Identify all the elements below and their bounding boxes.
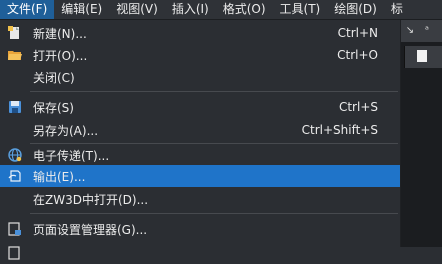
menu-item-new[interactable]: 新建(N)... Ctrl+N [0,22,400,44]
save-disk-icon [8,100,22,114]
menu-bar: 文件(F) 编辑(E) 视图(V) 插入(I) 格式(O) 工具(T) 绘图(D… [0,0,442,20]
shortcut-label: Ctrl+N [337,26,378,40]
shortcut-label: Ctrl+S [338,100,378,114]
menu-item-next-partial[interactable] [0,242,400,264]
page-setup-icon [8,222,22,236]
drawing-tab-fragment[interactable] [404,46,442,68]
menu-item-etransmit[interactable]: 电子传递(T)... [0,144,400,166]
menu-draw[interactable]: 绘图(D) [327,0,384,19]
menu-item-label: 页面设置管理器(G)... [33,222,148,237]
etransmit-globe-icon [8,148,22,162]
menu-item-label: 输出(E)... [33,169,86,184]
menu-item-open-in-zw3d[interactable]: 在ZW3D中打开(D)... [0,188,400,210]
new-file-icon [8,26,22,40]
shortcut-label: Ctrl+Shift+S [301,123,378,137]
menu-item-label: 关闭(C) [33,70,75,85]
menu-format[interactable]: 格式(O) [216,0,273,19]
toolbar-text-icon[interactable]: ᵃ [420,24,434,38]
export-icon [8,169,22,183]
menu-tools[interactable]: 工具(T) [273,0,328,19]
menu-insert[interactable]: 插入(I) [165,0,216,19]
menu-item-export[interactable]: 输出(E)... [0,165,400,187]
menu-file[interactable]: 文件(F) [0,0,55,19]
menu-item-label: 在ZW3D中打开(D)... [33,192,149,207]
background-toolbar-area: ↘ ᵃ [400,20,442,247]
menu-item-open[interactable]: 打开(O)... Ctrl+O [0,44,400,66]
tab-page-icon [417,50,427,62]
menu-item-save-as[interactable]: 另存为(A)... Ctrl+Shift+S [0,119,400,141]
menu-edit[interactable]: 编辑(E) [54,0,109,19]
toolbar-arrow-icon[interactable]: ↘ [403,24,417,38]
menu-separator [30,91,398,92]
menu-item-close[interactable]: 关闭(C) [0,66,400,88]
shortcut-label: Ctrl+O [337,48,378,62]
menu-item-page-setup-manager[interactable]: 页面设置管理器(G)... [0,218,400,240]
toolbar-icons: ↘ ᵃ [400,20,442,42]
menu-dimension-partial[interactable]: 标 [384,0,410,19]
menu-view[interactable]: 视图(V) [109,0,165,19]
file-dropdown-menu: 新建(N)... Ctrl+N 打开(O)... Ctrl+O 关闭(C) 保存… [0,20,401,260]
menu-separator [30,213,398,214]
menu-item-label: 电子传递(T)... [33,148,110,163]
menu-item-save[interactable]: 保存(S) Ctrl+S [0,96,400,118]
open-folder-icon [8,48,22,62]
